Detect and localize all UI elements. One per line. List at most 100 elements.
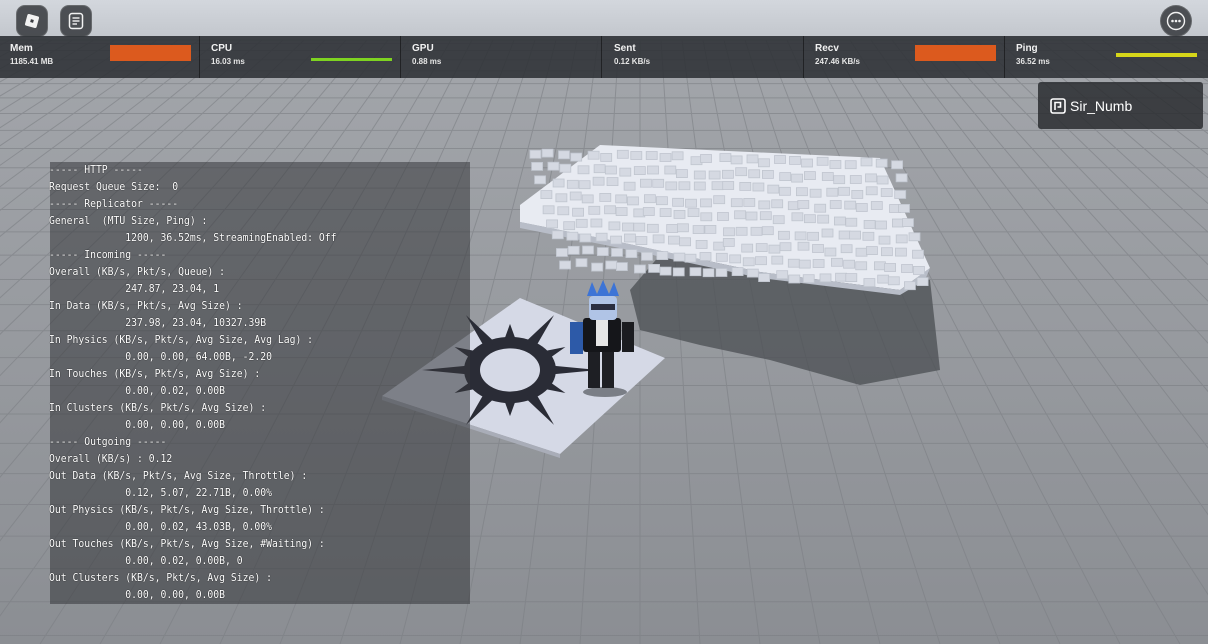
block-cube xyxy=(616,262,628,272)
block-cube xyxy=(659,153,672,162)
block-cube xyxy=(814,203,827,213)
roblox-menu-button[interactable] xyxy=(16,5,48,37)
block-cube xyxy=(826,187,839,197)
block-cube xyxy=(559,163,572,173)
block-cube xyxy=(605,165,617,175)
block-cube xyxy=(678,181,691,191)
block-cube xyxy=(635,236,648,246)
network-stats-line: 1200, 36.52ms, StreamingEnabled: Off xyxy=(49,232,337,244)
block-cube xyxy=(551,230,564,240)
block-cube xyxy=(855,261,868,271)
block-cube xyxy=(575,218,588,228)
block-cube xyxy=(672,197,684,207)
block-cube xyxy=(779,172,792,182)
network-stats-line: 0.00, 0.02, 43.03B, 0.00% xyxy=(49,521,272,533)
block-cube xyxy=(702,268,715,278)
block-cube xyxy=(608,221,621,231)
stat-graph-fill xyxy=(110,45,191,61)
block-cube xyxy=(912,249,924,259)
block-cube xyxy=(904,281,916,291)
block-cube xyxy=(849,175,862,184)
block-cube xyxy=(640,178,652,188)
block-cube xyxy=(595,232,608,242)
block-cube xyxy=(860,157,873,167)
block-cube xyxy=(611,247,623,257)
block-cube xyxy=(689,267,702,277)
block-cube xyxy=(605,260,618,270)
network-stats-line: 0.00, 0.02, 0.00B, 0 xyxy=(49,555,243,567)
block-cube xyxy=(762,169,774,179)
block-cube xyxy=(838,230,851,240)
block-cube xyxy=(687,208,700,218)
block-cube xyxy=(778,230,790,240)
block-cube xyxy=(797,200,810,209)
block-cube xyxy=(563,221,576,231)
block-cube xyxy=(559,260,571,270)
block-cube xyxy=(666,224,679,233)
stat-mem[interactable]: Mem 1185.41 MB xyxy=(0,36,200,78)
block-cube xyxy=(829,200,842,209)
stat-sent[interactable]: Sent 0.12 KB/s xyxy=(604,36,804,78)
block-cube xyxy=(875,158,888,168)
network-stats-line: ----- Incoming ----- xyxy=(49,249,167,261)
block-cube xyxy=(648,263,660,273)
stat-label: Ping xyxy=(1016,43,1038,54)
block-cube xyxy=(895,234,908,244)
block-cube xyxy=(742,257,755,267)
block-cube xyxy=(767,184,780,194)
block-cube xyxy=(735,167,748,177)
block-cube xyxy=(768,244,781,254)
stat-ping[interactable]: Ping 36.52 ms xyxy=(1006,36,1208,78)
block-cube xyxy=(844,200,857,210)
premium-icon xyxy=(1050,98,1066,114)
block-cube xyxy=(838,186,850,196)
network-stats-line: In Data (KB/s, Pkt/s, Avg Size) : xyxy=(49,300,243,312)
block-cube xyxy=(809,188,822,198)
block-cube xyxy=(590,218,603,228)
block-cube xyxy=(700,198,712,208)
block-cube xyxy=(874,261,886,271)
block-cube xyxy=(558,150,570,160)
block-cube xyxy=(831,257,843,267)
more-options-button[interactable] xyxy=(1160,5,1192,37)
block-cube xyxy=(596,247,609,257)
block-cube xyxy=(529,149,542,159)
block-cube xyxy=(722,181,735,190)
network-stats-line: Out Touches (KB/s, Pkt/s, Avg Size, #Wai… xyxy=(49,538,325,550)
block-cube xyxy=(578,180,591,190)
stat-value: 0.88 ms xyxy=(412,57,442,66)
block-cube xyxy=(615,194,628,204)
more-options-icon xyxy=(1166,11,1186,31)
block-cube xyxy=(794,231,807,241)
block-cube xyxy=(880,188,893,197)
network-stats-line: Overall (KB/s, Pkt/s, Queue) : xyxy=(49,266,226,278)
network-stats-line: ----- Replicator ----- xyxy=(49,198,179,210)
stat-label: CPU xyxy=(211,43,233,54)
block-cube xyxy=(695,239,708,249)
block-cube xyxy=(812,259,825,268)
block-cube xyxy=(729,254,742,264)
block-cube xyxy=(593,164,606,174)
block-cube xyxy=(656,251,669,261)
block-cube xyxy=(807,231,819,241)
stat-cpu[interactable]: CPU 16.03 ms xyxy=(201,36,401,78)
block-cube xyxy=(835,272,847,282)
network-stats-line: In Physics (KB/s, Pkt/s, Avg Size, Avg L… xyxy=(49,334,314,346)
stat-graph-fill xyxy=(915,45,996,61)
block-cube xyxy=(779,242,792,252)
chat-button[interactable] xyxy=(60,5,92,37)
player-list[interactable]: Sir_Numb xyxy=(1038,82,1203,129)
block-cube xyxy=(566,231,579,241)
block-cube xyxy=(759,211,772,221)
stat-gpu[interactable]: GPU 0.88 ms xyxy=(402,36,602,78)
block-cube xyxy=(829,160,842,169)
player-name[interactable]: Sir_Numb xyxy=(1070,98,1132,114)
block-cube xyxy=(743,197,756,207)
block-cube xyxy=(615,207,628,217)
block-cube xyxy=(752,182,765,192)
block-cube xyxy=(731,267,744,277)
block-cube xyxy=(704,224,717,234)
stat-value: 36.52 ms xyxy=(1016,57,1050,66)
stat-recv[interactable]: Recv 247.46 KB/s xyxy=(805,36,1005,78)
block-cube xyxy=(748,169,761,179)
